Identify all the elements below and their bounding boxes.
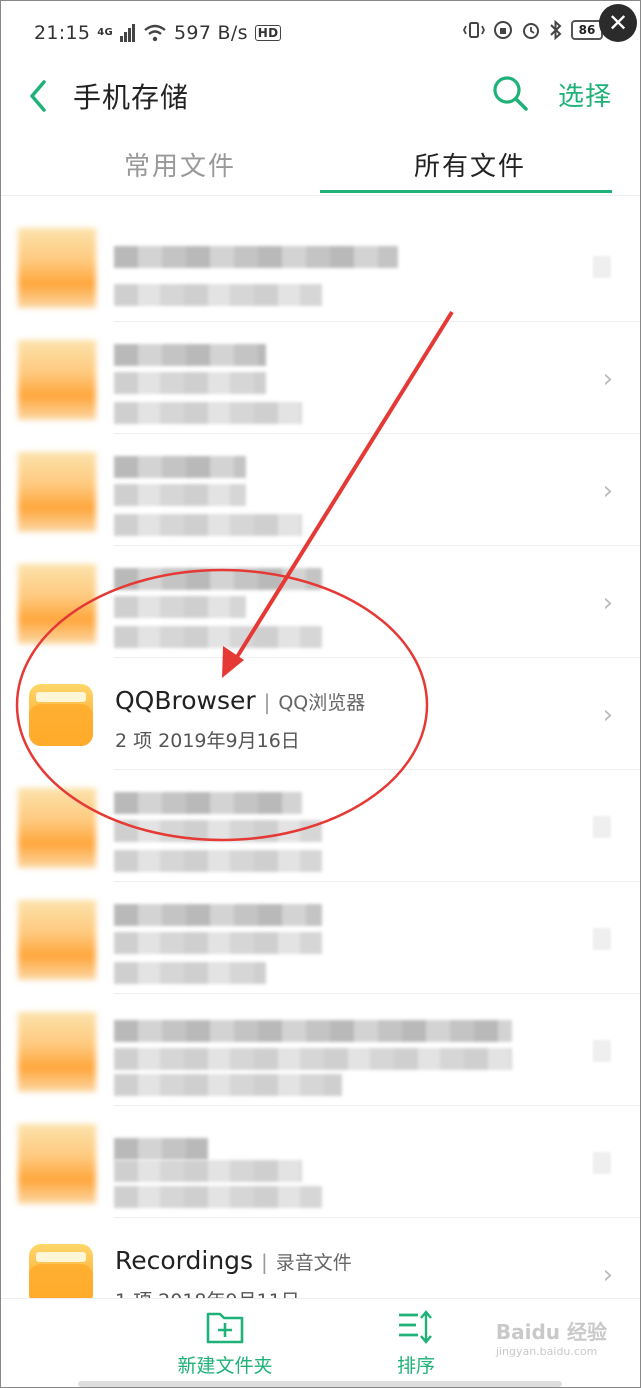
chevron-right-icon: [593, 1152, 611, 1174]
net-speed: 597 B/s: [174, 22, 248, 44]
folder-name: QQBrowser | QQ浏览器: [115, 686, 365, 715]
signal-icon: [120, 24, 136, 42]
redacted-name: [114, 484, 246, 506]
lock-rotation-icon: [494, 21, 512, 39]
sort-button[interactable]: 排序: [390, 1309, 442, 1378]
folder-title: Recordings: [115, 1246, 254, 1275]
watermark-url: jingyan.baidu.com: [495, 1345, 598, 1358]
redacted-meta: [114, 402, 302, 424]
chevron-right-icon: ›: [602, 588, 613, 618]
folder-icon: [18, 452, 96, 532]
list-item[interactable]: [0, 882, 641, 994]
status-left: 21:15 4G 597 B/s HD: [34, 22, 282, 44]
chevron-right-icon: [593, 928, 611, 950]
redacted-name: [114, 246, 398, 268]
baidu-watermark: Baidu 经验 jingyan.baidu.com: [496, 1316, 607, 1358]
active-tab-indicator: [320, 190, 612, 193]
watermark-brand: Baidu 经验: [495, 1320, 607, 1344]
new-folder-label: 新建文件夹: [177, 1355, 273, 1377]
list-item[interactable]: [0, 770, 641, 882]
app-header: 手机存储 选择: [0, 64, 641, 128]
hd-icon: HD: [254, 25, 282, 41]
select-button[interactable]: 选择: [558, 76, 612, 113]
wifi-icon: [144, 24, 166, 42]
folder-icon: [18, 340, 96, 420]
chevron-right-icon: [593, 256, 611, 278]
redacted-name: [114, 1020, 512, 1042]
redacted-name: [114, 792, 302, 814]
chevron-right-icon: [593, 816, 611, 838]
home-indicator[interactable]: [78, 1381, 562, 1387]
separator: |: [261, 1250, 268, 1274]
redacted-name: [114, 372, 266, 394]
list-item-qqbrowser[interactable]: QQBrowser | QQ浏览器 2 项 2019年9月16日 ›: [0, 658, 641, 770]
folder-icon: [18, 788, 96, 868]
redacted-name: [114, 1160, 302, 1182]
redacted-meta: [114, 284, 322, 306]
redacted-meta: [114, 962, 266, 984]
search-icon[interactable]: [490, 73, 530, 113]
folder-icon: [18, 564, 96, 644]
redacted-name: [114, 596, 246, 618]
folder-subtitle: 录音文件: [275, 1252, 352, 1274]
redacted-name: [114, 568, 322, 590]
chevron-right-icon: ›: [602, 476, 613, 506]
chevron-right-icon: ›: [602, 1260, 613, 1290]
folder-icon: [18, 1124, 96, 1204]
redacted-name: [114, 932, 322, 954]
chevron-right-icon: [593, 1040, 611, 1062]
vibrate-icon: [463, 22, 485, 38]
tab-bar: 常用文件 所有文件: [0, 132, 641, 196]
folder-icon: [18, 1012, 96, 1092]
redacted-name: [114, 820, 322, 842]
back-arrow-icon[interactable]: [24, 76, 54, 116]
list-item[interactable]: ›: [0, 546, 641, 658]
folder-icon: [29, 684, 93, 746]
redacted-name: [114, 456, 246, 478]
redacted-name: [114, 344, 266, 366]
folder-title: QQBrowser: [115, 686, 256, 715]
redacted-meta: [114, 626, 322, 648]
redacted-meta: [114, 1186, 322, 1208]
redacted-name: [114, 1138, 208, 1160]
sort-icon: [399, 1310, 432, 1344]
redacted-meta: [114, 850, 322, 872]
chevron-right-icon: ›: [602, 364, 613, 394]
separator: |: [263, 690, 271, 714]
new-folder-icon: [206, 1312, 244, 1344]
redacted-name: [114, 1048, 512, 1070]
list-item[interactable]: ›: [0, 322, 641, 434]
tab-common-files[interactable]: 常用文件: [124, 146, 236, 183]
folder-icon: [18, 900, 96, 980]
folder-meta: 2 项 2019年9月16日: [115, 730, 300, 752]
status-time: 21:15: [34, 22, 91, 44]
list-item[interactable]: [0, 994, 641, 1106]
bluetooth-icon: [550, 20, 562, 40]
status-bar: 21:15 4G 597 B/s HD 86 ✕: [0, 0, 641, 64]
chevron-right-icon: ›: [602, 700, 613, 730]
new-folder-button[interactable]: 新建文件夹: [176, 1309, 274, 1378]
list-item[interactable]: [0, 210, 641, 322]
tab-all-files[interactable]: 所有文件: [414, 146, 526, 183]
signal-label: 4G: [97, 27, 114, 38]
folder-name: Recordings | 录音文件: [115, 1246, 352, 1275]
list-item[interactable]: [0, 1106, 641, 1218]
close-icon[interactable]: ✕: [599, 4, 637, 42]
alarm-icon: [523, 23, 539, 39]
redacted-meta: [114, 514, 302, 536]
sort-label: 排序: [396, 1355, 435, 1377]
status-right: 86: [463, 20, 603, 40]
list-item[interactable]: ›: [0, 434, 641, 546]
folder-subtitle: QQ浏览器: [278, 692, 366, 714]
redacted-name: [114, 904, 322, 926]
folder-icon: [18, 228, 96, 308]
page-title: 手机存储: [73, 81, 190, 114]
redacted-meta: [114, 1074, 342, 1096]
